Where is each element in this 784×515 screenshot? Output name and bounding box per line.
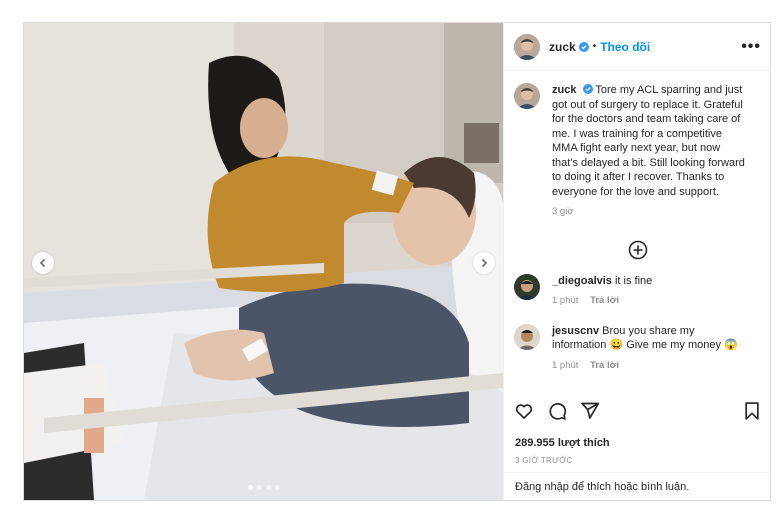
header-separator: • bbox=[592, 41, 597, 52]
avatar[interactable] bbox=[514, 83, 540, 109]
more-options-button[interactable]: ••• bbox=[741, 38, 761, 56]
heart-icon bbox=[515, 404, 533, 419]
avatar[interactable] bbox=[514, 273, 540, 300]
caption-time[interactable]: 3 giờ bbox=[552, 206, 574, 217]
comment-username[interactable]: jesuscnv bbox=[552, 325, 599, 337]
post-timestamp[interactable]: 3 GIỜ TRƯỚC bbox=[515, 456, 573, 465]
comment-item: jesuscnv Brou you share my information 😀… bbox=[504, 323, 771, 374]
comment-text: it is fine bbox=[614, 274, 653, 287]
load-more-comments-button[interactable] bbox=[504, 240, 771, 260]
chevron-right-icon bbox=[481, 258, 488, 268]
comment-icon bbox=[549, 403, 567, 420]
comment-time[interactable]: 1 phút bbox=[552, 360, 578, 371]
post-photo bbox=[24, 23, 503, 500]
post-header: zuck • Theo dõi ••• bbox=[504, 23, 771, 71]
avatar-image bbox=[514, 273, 540, 300]
comment-item: _diegoalvis it is fine 1 phút Trả lời bbox=[504, 273, 771, 309]
avatar[interactable] bbox=[514, 323, 540, 350]
reply-button[interactable]: Trả lời bbox=[590, 295, 619, 306]
login-prompt[interactable]: Đăng nhập để thích hoặc bình luận. bbox=[504, 472, 771, 500]
like-count[interactable]: 289.955 lượt thích bbox=[515, 437, 610, 449]
follow-button[interactable]: Theo dõi bbox=[600, 40, 650, 54]
comments-section[interactable]: zuck Tore my ACL sparring and just got o… bbox=[504, 71, 771, 394]
carousel-dots bbox=[24, 485, 503, 490]
avatar-image bbox=[514, 323, 540, 350]
header-username[interactable]: zuck bbox=[549, 40, 576, 54]
carousel-dot bbox=[274, 485, 280, 490]
reply-button[interactable]: Trả lời bbox=[590, 360, 619, 371]
post-caption: zuck Tore my ACL sparring and just got o… bbox=[504, 71, 771, 220]
bookmark-icon bbox=[745, 402, 759, 420]
avatar[interactable] bbox=[514, 33, 540, 60]
avatar-image bbox=[514, 83, 540, 109]
verified-badge-icon bbox=[582, 84, 593, 94]
caption-text: Tore my ACL sparring and just got out of… bbox=[552, 84, 745, 198]
post-actions bbox=[504, 396, 771, 426]
like-button[interactable] bbox=[514, 401, 534, 421]
share-button[interactable] bbox=[580, 401, 600, 421]
instagram-post: zuck • Theo dõi ••• zuck Tore my ACL spa… bbox=[23, 22, 771, 501]
send-icon bbox=[581, 402, 600, 419]
chevron-left-icon bbox=[39, 258, 46, 268]
verified-badge-icon bbox=[578, 41, 589, 52]
carousel-dot bbox=[265, 485, 271, 490]
plus-circle-icon bbox=[628, 240, 647, 259]
comment-time[interactable]: 1 phút bbox=[552, 295, 578, 306]
carousel-dot bbox=[256, 485, 262, 490]
carousel-prev-button[interactable] bbox=[32, 252, 54, 274]
caption-username[interactable]: zuck bbox=[552, 84, 576, 96]
carousel-dot bbox=[247, 485, 253, 490]
avatar-image bbox=[514, 33, 540, 60]
post-media[interactable] bbox=[24, 23, 503, 500]
comment-username[interactable]: _diegoalvis bbox=[552, 275, 612, 287]
carousel-next-button[interactable] bbox=[473, 252, 495, 274]
comment-button[interactable] bbox=[547, 401, 567, 421]
post-sidebar: zuck • Theo dõi ••• zuck Tore my ACL spa… bbox=[503, 23, 771, 500]
save-button[interactable] bbox=[743, 401, 761, 421]
